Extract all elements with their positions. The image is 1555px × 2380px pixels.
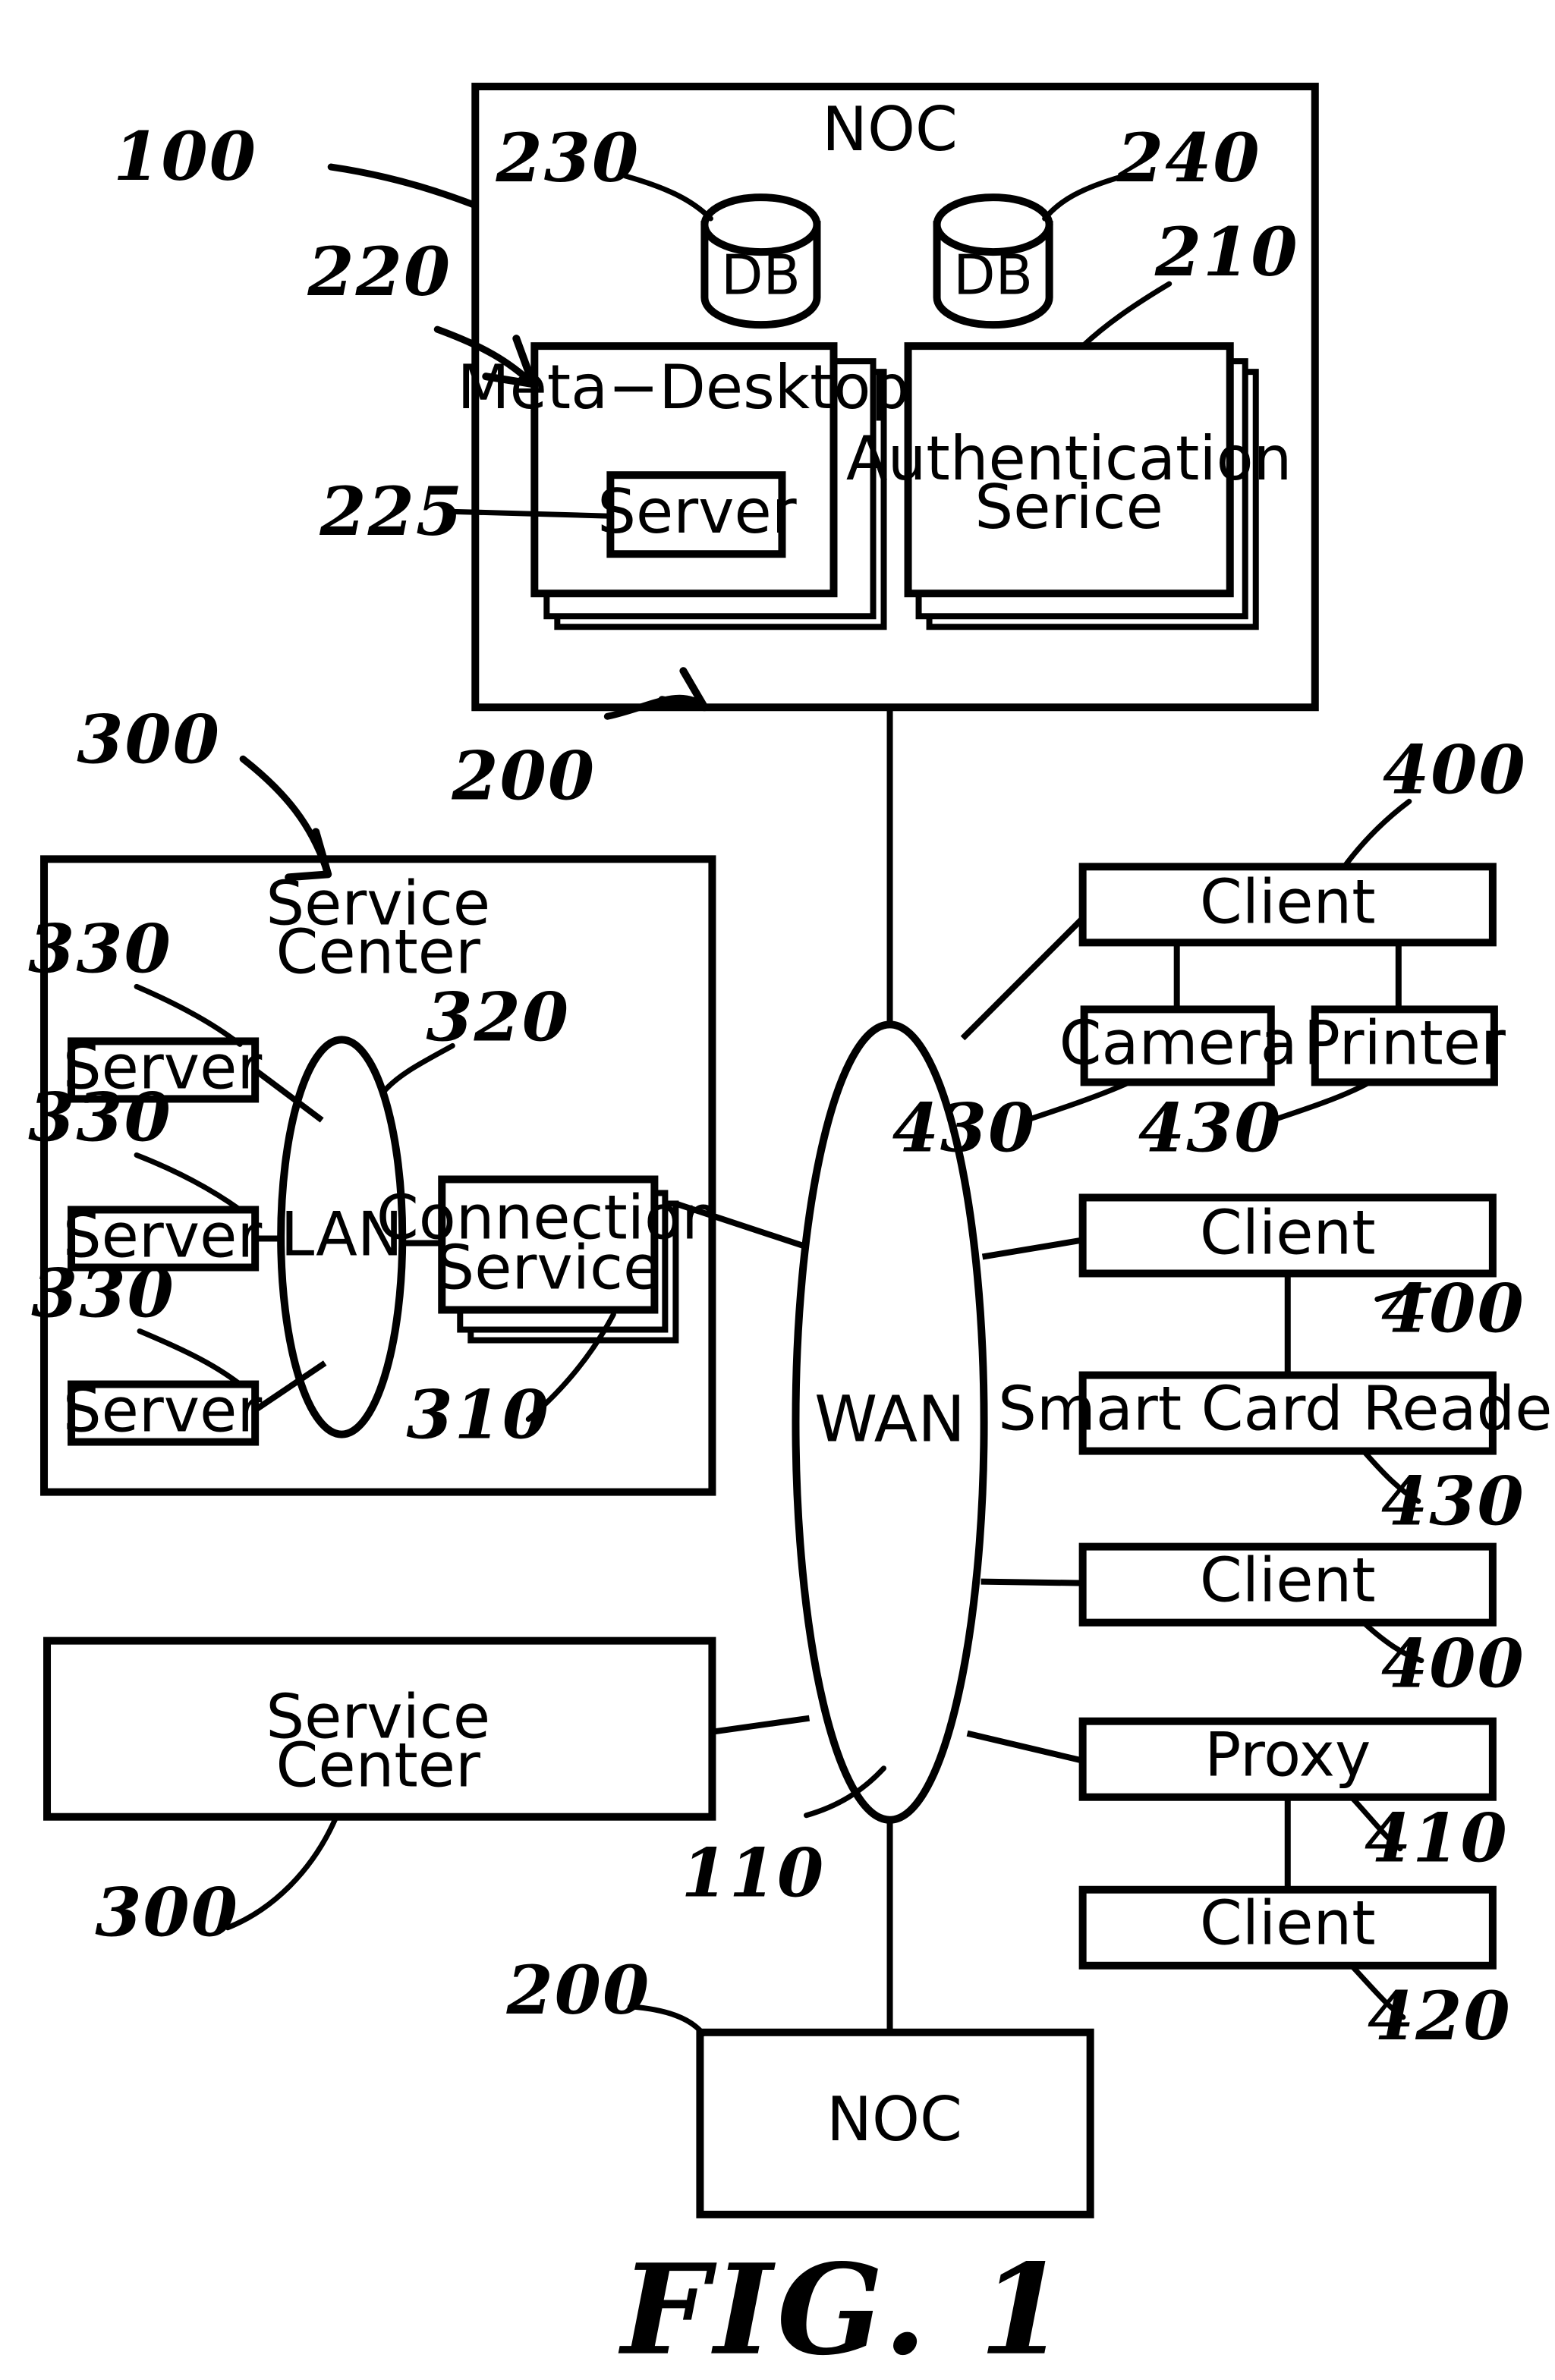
service-center-server-3-label: Server [63,1375,263,1446]
ref-label-100: 100 [113,117,257,196]
ref-label-400-2: 400 [1381,1269,1525,1348]
ref-label-330-3: 330 [31,1254,175,1333]
ref-label-330-2: 330 [28,1077,172,1156]
scale-wrapper: 100 NOC DB 230 DB 240 Meta−Desktop Serve… [28,83,1555,2380]
ref-label-430-printer: 430 [1138,1088,1283,1167]
wan-label: WAN [814,1382,965,1457]
ref-label-400-3: 400 [1381,1624,1525,1703]
figure-canvas: 100 NOC DB 230 DB 240 Meta−Desktop Serve… [28,83,1555,2380]
ref-300-bottom-leader [225,1816,338,1931]
wan-to-client-2 [981,1237,1084,1260]
ref-430-printer-leader [1270,1079,1373,1123]
client-label-3: Client [1200,1545,1376,1616]
ref-label-225: 225 [319,472,464,551]
ref-label-230: 230 [495,118,640,197]
ref-label-200-top: 200 [451,736,596,815]
ref-430-camera-leader [1024,1079,1133,1123]
connection-service-label-line2: Service [436,1232,660,1303]
printer-label: Printer [1304,1008,1506,1078]
ref-label-210: 210 [1154,212,1299,291]
ref-label-220: 220 [307,232,452,311]
patent-figure-1: 100 NOC DB 230 DB 240 Meta−Desktop Serve… [0,0,1555,2380]
wan-to-client-3 [981,1578,1083,1586]
wan-to-proxy [966,1730,1084,1764]
noc-top-title: NOC [822,94,958,165]
ref-label-400-1: 400 [1383,730,1527,809]
client-label-1: Client [1200,866,1376,937]
meta-desktop-server-label: Server [597,476,797,547]
database-icon-240: DB [933,193,1053,329]
smart-card-reader-label: Smart Card Reader [998,1374,1555,1445]
ref-400-1-leader [1343,798,1412,868]
figure-title: FIG. 1 [619,2237,1071,2380]
ref-label-320: 320 [426,977,570,1056]
ref-label-430-camera: 430 [892,1088,1037,1167]
ref-label-300-top: 300 [77,700,221,778]
auth-service-label-line2: Serice [974,472,1163,542]
ref-label-430-scr: 430 [1381,1462,1525,1541]
database-icon-230: DB [700,193,821,329]
proxy-label: Proxy [1204,1720,1371,1791]
ref-label-300-bottom: 300 [95,1873,239,1952]
ref-label-410: 410 [1365,1799,1509,1878]
ref-label-420: 420 [1368,1976,1512,2055]
ref-label-240: 240 [1116,118,1261,197]
noc-bottom-label: NOC [826,2084,962,2155]
client-label-420: Client [1200,1888,1376,1959]
ref-label-310: 310 [406,1375,550,1454]
camera-label: Camera [1059,1008,1298,1078]
ref-label-330-1: 330 [28,909,172,988]
ref-label-110: 110 [681,1834,826,1913]
database-label-240: DB [953,244,1033,307]
service-center-bottom-title-line2: Center [276,1731,480,1801]
service-center-bottom-to-wan [711,1715,811,1735]
client-label-2: Client [1200,1197,1376,1268]
database-label-230: DB [721,244,801,307]
ref-label-200-bottom: 200 [505,1951,650,2029]
